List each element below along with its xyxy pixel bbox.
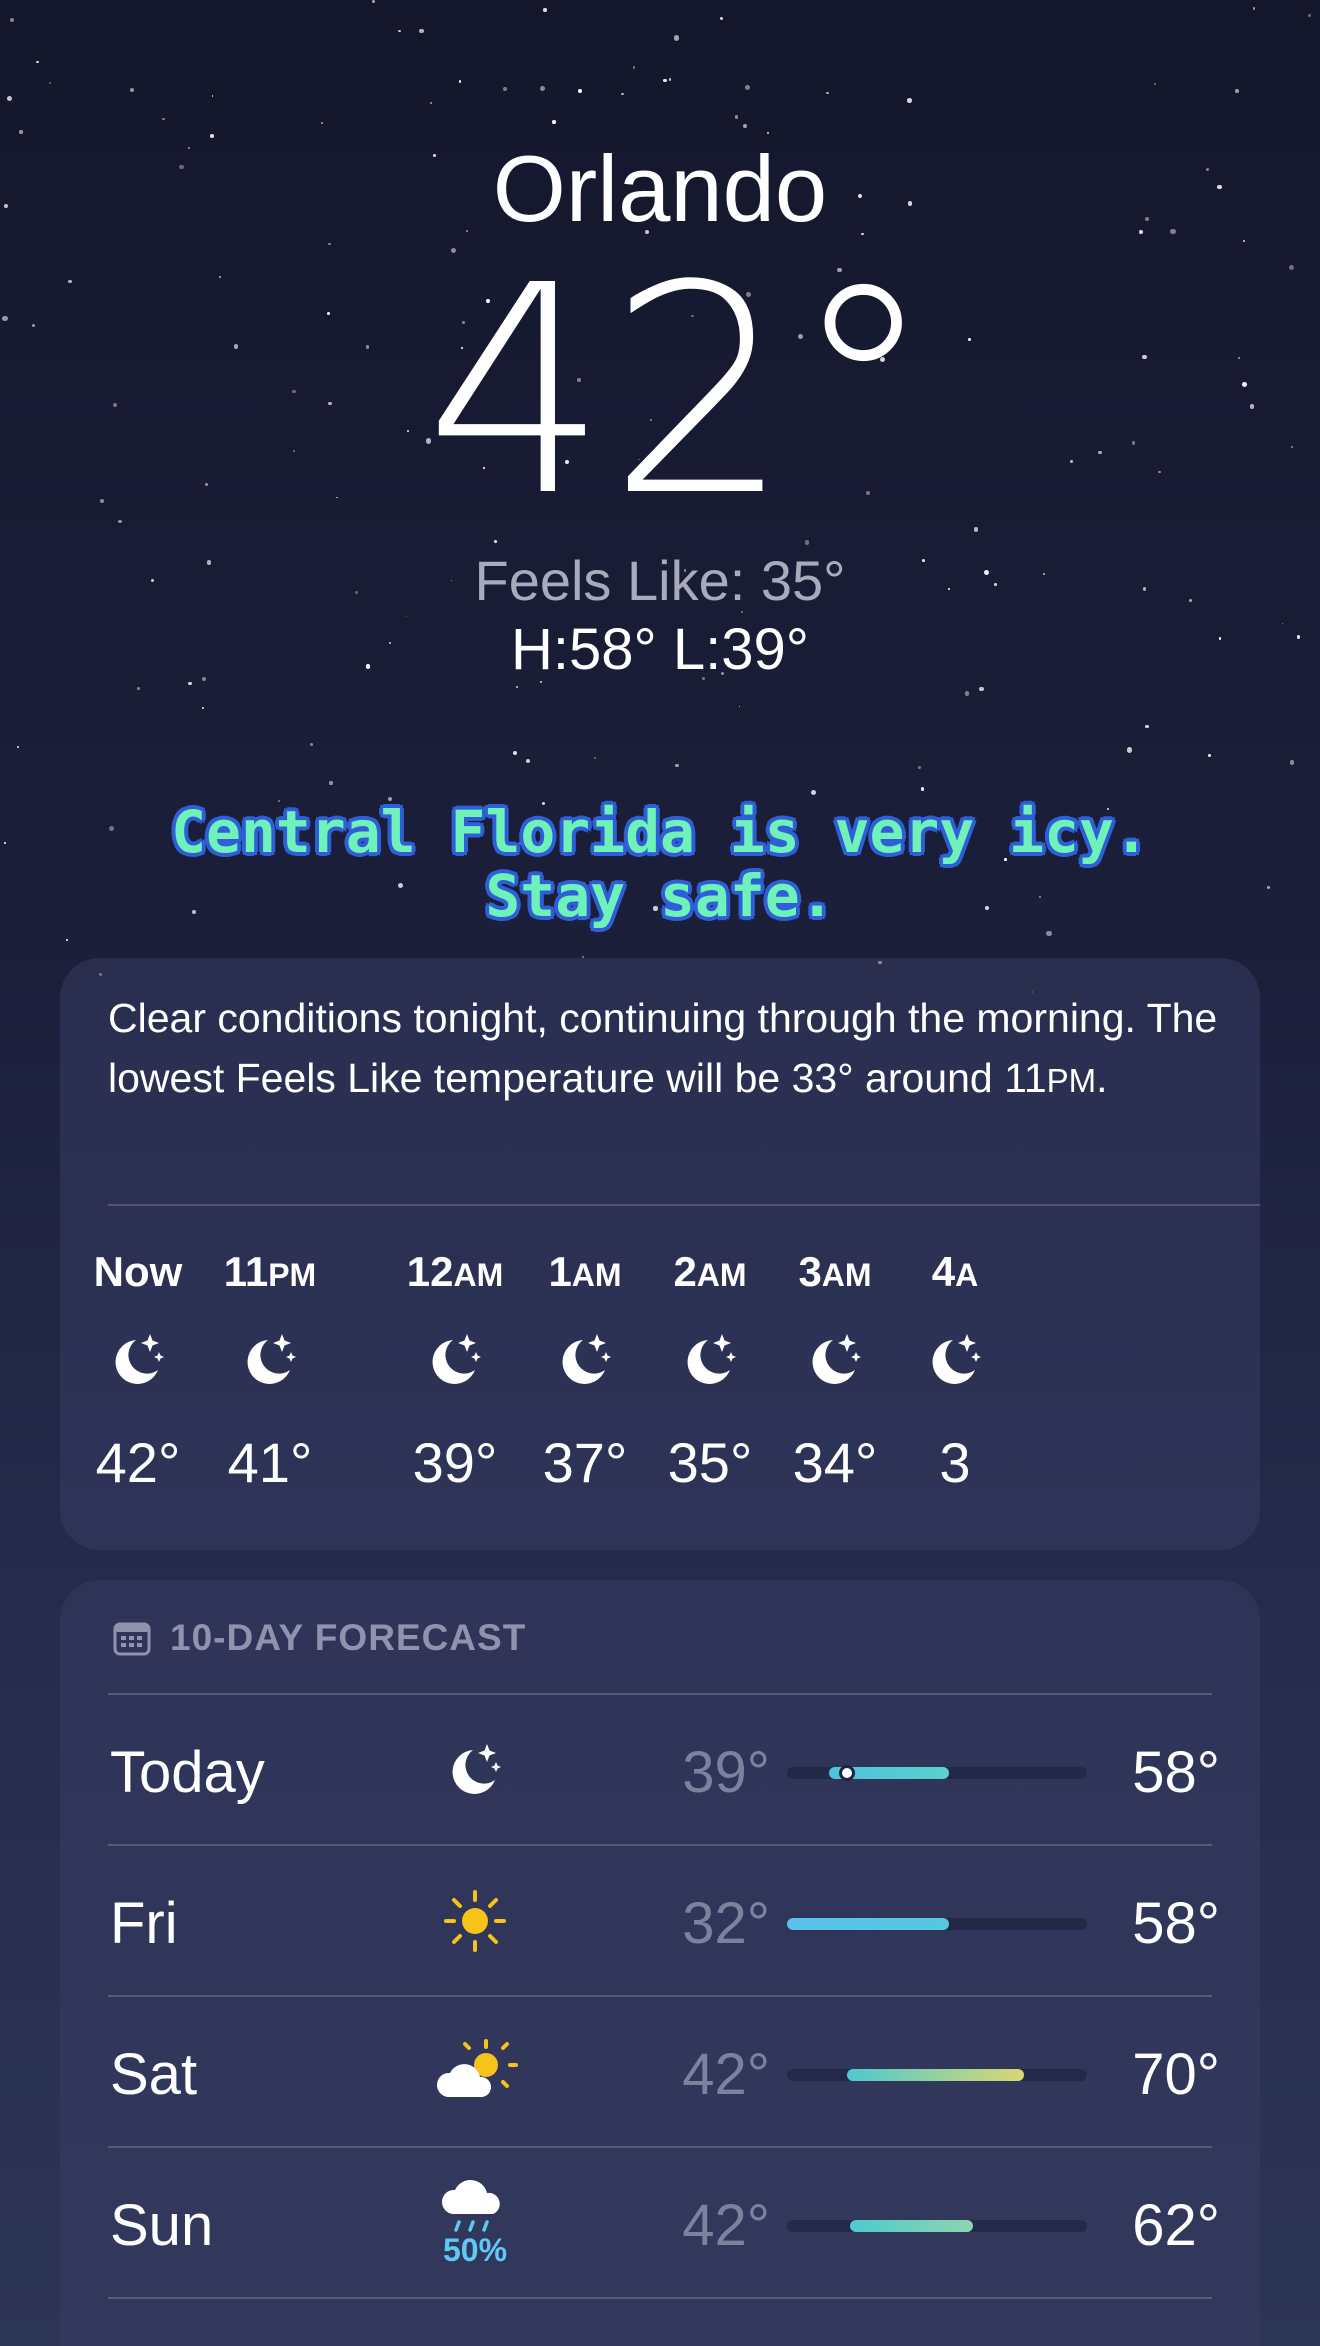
hourly-summary: Clear conditions tonight, continuing thr… [108,995,1218,1101]
hour-temp: 42° [95,1431,181,1494]
hourly-divider [108,1204,1260,1206]
alert-banner-line1: Central Florida is very icy. [171,798,1149,866]
forecast-row[interactable]: Sat 42° 70° [60,1997,1260,2147]
high-low: H:58° L:39° [511,617,809,682]
forecast-day: Fri [110,1891,178,1956]
forecast-high: 58° [1132,1891,1220,1956]
forecast-high: 58° [1132,1740,1220,1805]
current-temperature: 42° [424,224,936,559]
calendar-icon [113,1622,151,1656]
hour-temp: 34° [792,1431,878,1494]
rain-cloud-icon: 50% [420,2168,530,2278]
moon-stars-icon [515,1328,655,1398]
temp-range-bar [787,2069,1087,2081]
forecast-low: 42° [682,2042,770,2107]
hour-label: 4A [931,1248,979,1295]
temp-range-bar [787,2220,1087,2232]
forecast-day: Today [110,1740,265,1805]
hour-temp: 39° [412,1431,498,1494]
hour-label: 11PM [223,1248,317,1295]
forecast-day: Sun [110,2193,214,2258]
temp-range-fill [850,2220,973,2232]
feels-like: Feels Like: 35° [474,549,846,612]
temp-range-bar [787,1765,1087,1781]
hour-label: 3AM [798,1248,872,1295]
hour-temp: 41° [227,1431,313,1494]
forecast-high: 70° [1132,2042,1220,2107]
forecast-row[interactable]: Sun 50% 42° 62° [60,2148,1260,2298]
sun-icon [420,1866,530,1976]
forecast-header: 10-DAY FORECAST [112,1616,526,1660]
forecast-low: 42° [682,2193,770,2258]
hour-temp: 37° [542,1431,628,1494]
forecast-day: Sat [110,2042,198,2107]
hour-label: 2AM [673,1248,747,1295]
moon-stars-icon [68,1328,208,1398]
ten-day-forecast-card[interactable]: 10-DAY FORECAST Today 39° 58° Fri 32° 58° Sat 4… [60,1580,1260,2346]
temp-range-fill [787,1918,949,1930]
forecast-low: 39° [682,1740,770,1805]
hour-label: 12AM [406,1248,504,1295]
moon-stars-icon [385,1328,525,1398]
forecast-high: 62° [1132,2193,1220,2258]
moon-stars-icon [765,1328,905,1398]
alert-banner-line2: Stay safe. [485,862,835,930]
hourly-forecast-card[interactable]: Clear conditions tonight, continuing thr… [60,958,1260,1550]
current-temp-marker [839,1765,855,1781]
hour-temp: 35° [667,1431,753,1494]
hour-label: 1AM [548,1248,622,1295]
forecast-low: 32° [682,1891,770,1956]
moon-stars-icon [885,1328,1025,1398]
forecast-row[interactable]: Fri 32° 58° [60,1846,1260,1996]
moon-stars-icon [640,1328,780,1398]
alert-banner: Central Florida is very icy. Stay safe. [0,800,1320,928]
forecast-header-label: 10-DAY FORECAST [170,1617,527,1658]
precip-chance: 50% [442,2231,508,2268]
forecast-divider [108,2297,1212,2299]
moon-stars-icon [420,1715,530,1825]
moon-stars-icon [200,1328,340,1398]
partly-sunny-icon [420,2017,530,2127]
hour-temp: 3 [939,1431,971,1494]
temp-range-bar [787,1918,1087,1930]
hour-label: Now [93,1248,183,1295]
temp-range-fill [847,2069,1024,2081]
forecast-row[interactable]: Today 39° 58° [60,1695,1260,1845]
